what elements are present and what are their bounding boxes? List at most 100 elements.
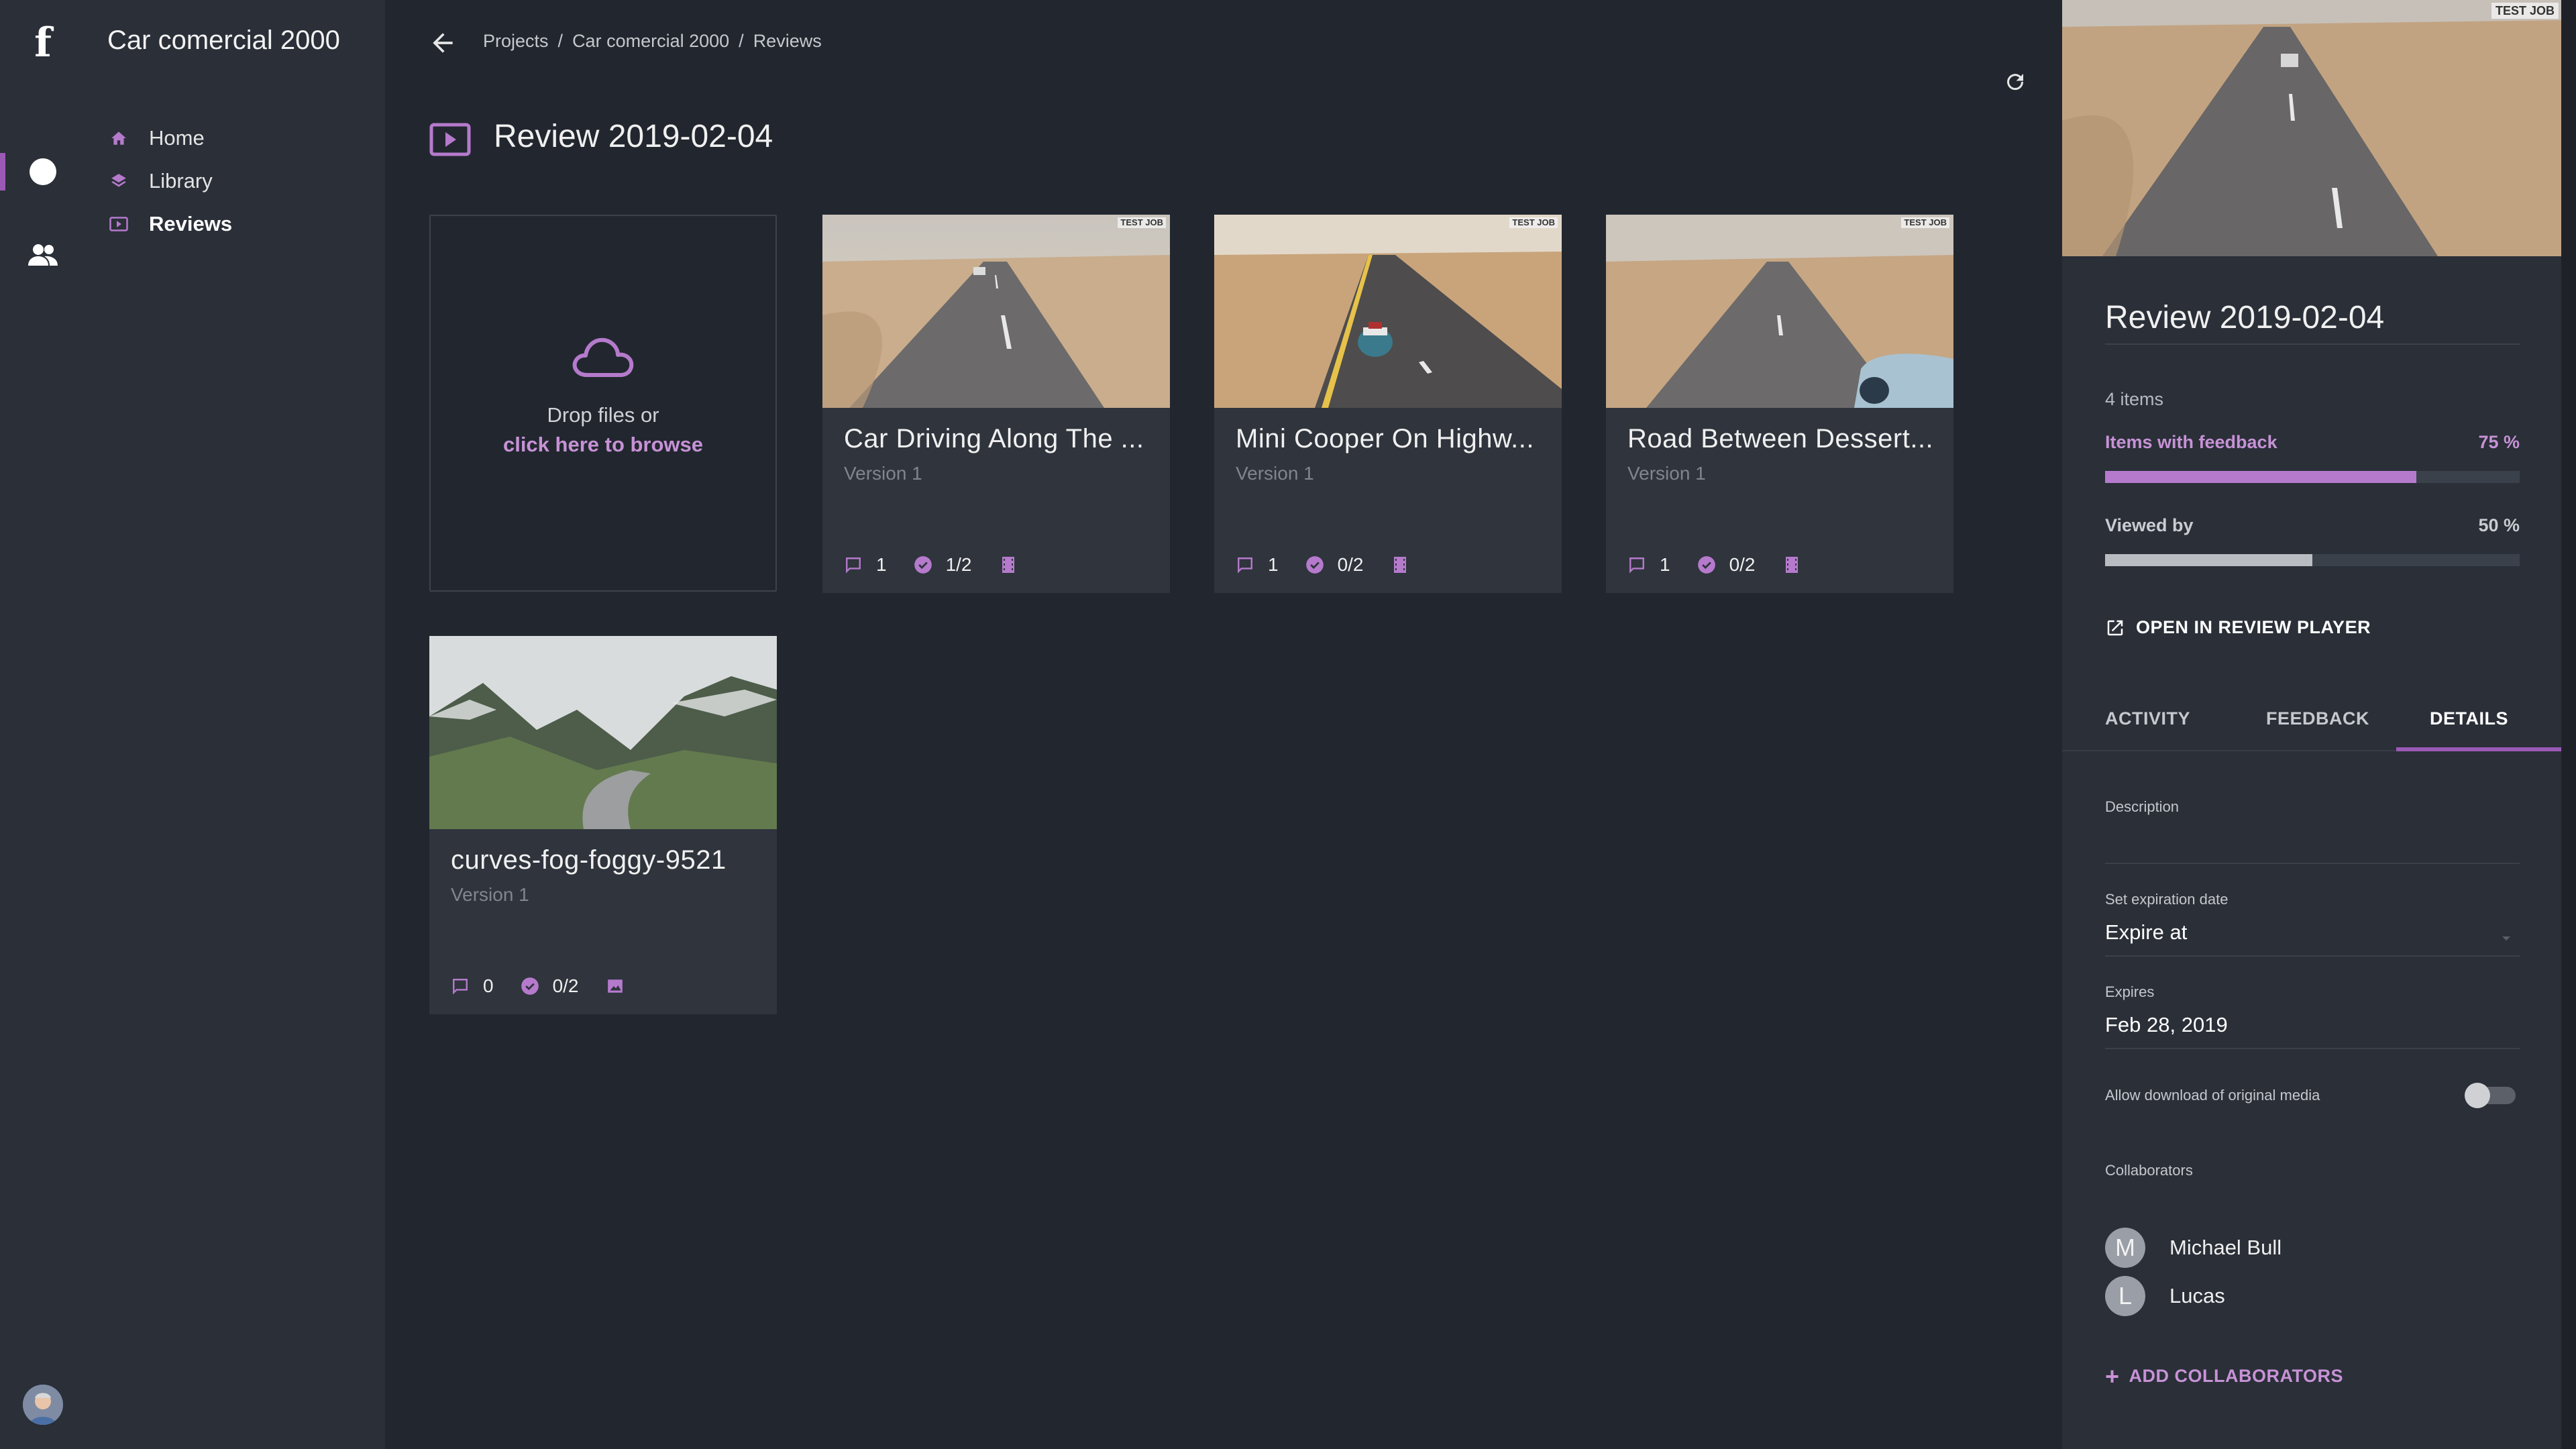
feedback-progress-bar xyxy=(2105,471,2520,483)
collaborator-item[interactable]: M Michael Bull xyxy=(2105,1228,2282,1268)
item-version: Version 1 xyxy=(1236,463,1314,484)
review-item-card[interactable]: TEST JOB Mini Cooper On Highw... Version… xyxy=(1214,215,1562,593)
test-job-watermark: TEST JOB xyxy=(1901,217,1949,228)
expiration-select[interactable]: Expire at xyxy=(2105,920,2187,945)
allow-download-label: Allow download of original media xyxy=(2105,1087,2320,1104)
panel-scrollbar[interactable] xyxy=(2561,0,2576,1449)
add-collaborators-label: ADD COLLABORATORS xyxy=(2129,1366,2344,1386)
collaborator-name: Lucas xyxy=(2169,1284,2225,1307)
breadcrumb-projects[interactable]: Projects xyxy=(483,31,549,52)
user-avatar[interactable] xyxy=(23,1385,63,1425)
back-arrow-icon[interactable] xyxy=(428,28,458,58)
layers-icon xyxy=(109,171,129,191)
video-thumbnail[interactable]: TEST JOB xyxy=(1606,215,1953,408)
item-version: Version 1 xyxy=(844,463,922,484)
collaborator-item[interactable]: L Lucas xyxy=(2105,1276,2225,1316)
open-review-player-button[interactable]: OPEN IN REVIEW PLAYER xyxy=(2105,617,2371,638)
comment-icon xyxy=(1236,555,1254,574)
review-title-icon xyxy=(429,123,471,156)
approval-check-icon xyxy=(1697,555,1716,574)
sidebar-item-label: Library xyxy=(149,169,213,193)
breadcrumb-separator: / xyxy=(557,31,564,51)
viewed-progress-fill xyxy=(2105,554,2312,566)
open-player-label: OPEN IN REVIEW PLAYER xyxy=(2136,617,2371,637)
item-version: Version 1 xyxy=(1627,463,1706,484)
active-tab-indicator xyxy=(2396,747,2563,751)
main-content: Projects / Car comercial 2000 / Reviews … xyxy=(385,0,2062,1449)
preview-thumbnail[interactable]: TEST JOB xyxy=(2062,0,2563,256)
people-icon[interactable] xyxy=(27,241,59,268)
item-name[interactable]: Road Between Dessert... xyxy=(1627,424,1936,454)
test-job-watermark: TEST JOB xyxy=(2491,3,2559,19)
item-name[interactable]: Car Driving Along The ... xyxy=(844,424,1152,454)
viewed-by-percent: 50 % xyxy=(2478,515,2520,535)
expires-date[interactable]: Feb 28, 2019 xyxy=(2105,1013,2228,1037)
tab-details[interactable]: DETAILS xyxy=(2430,708,2508,729)
viewed-progress-bar xyxy=(2105,554,2520,566)
sidebar-item-label: Reviews xyxy=(149,212,233,235)
feedback-percent: 75 % xyxy=(2478,432,2520,452)
projects-icon[interactable] xyxy=(30,158,56,185)
review-item-card[interactable]: TEST JOB Road Between Dessert... Version… xyxy=(1606,215,1953,593)
film-icon xyxy=(1391,555,1409,574)
breadcrumb-project[interactable]: Car comercial 2000 xyxy=(572,31,729,52)
project-sidebar: Car comercial 2000 Home Library Reviews xyxy=(86,0,385,1449)
approval-count: 0/2 xyxy=(1337,554,1364,575)
approval-check-icon xyxy=(914,555,932,574)
test-job-watermark: TEST JOB xyxy=(1118,217,1166,228)
approval-count: 0/2 xyxy=(552,975,579,996)
sidebar-item-home[interactable]: Home xyxy=(109,122,205,154)
comment-count: 0 xyxy=(483,975,494,996)
description-label: Description xyxy=(2105,798,2180,815)
app-logo[interactable]: f xyxy=(0,19,86,67)
icon-rail: f xyxy=(0,0,86,1449)
chevron-down-icon[interactable] xyxy=(2500,934,2513,943)
collaborators-label: Collaborators xyxy=(2105,1162,2193,1179)
tab-activity[interactable]: ACTIVITY xyxy=(2105,708,2190,729)
comment-icon xyxy=(844,555,863,574)
browse-link[interactable]: click here to browse xyxy=(503,430,703,460)
refresh-icon[interactable] xyxy=(2003,70,2027,94)
video-thumbnail[interactable]: TEST JOB xyxy=(1214,215,1562,408)
test-job-watermark: TEST JOB xyxy=(1509,217,1558,228)
cloud-upload-icon xyxy=(572,337,634,377)
comment-count: 1 xyxy=(876,554,887,575)
review-item-card[interactable]: TEST JOB Car Driving Along The ... Versi… xyxy=(822,215,1170,593)
review-icon xyxy=(109,214,129,234)
avatar: L xyxy=(2105,1276,2145,1316)
tab-feedback[interactable]: FEEDBACK xyxy=(2266,708,2369,729)
comment-icon xyxy=(1627,555,1646,574)
breadcrumb: Projects / Car comercial 2000 / Reviews xyxy=(483,31,822,52)
approval-count: 1/2 xyxy=(945,554,972,575)
item-version: Version 1 xyxy=(451,884,529,905)
image-thumbnail[interactable] xyxy=(429,636,777,829)
divider xyxy=(2105,343,2520,345)
comment-icon xyxy=(451,977,470,996)
review-item-card[interactable]: curves-fog-foggy-9521 Version 1 0 0/2 xyxy=(429,636,777,1014)
approval-count: 0/2 xyxy=(1729,554,1756,575)
comment-count: 1 xyxy=(1268,554,1279,575)
collaborator-name: Michael Bull xyxy=(2169,1236,2282,1259)
plus-icon: + xyxy=(2105,1362,2120,1390)
add-collaborators-button[interactable]: + ADD COLLABORATORS xyxy=(2105,1362,2344,1390)
divider xyxy=(2105,955,2520,957)
comment-count: 1 xyxy=(1660,554,1670,575)
approval-check-icon xyxy=(521,977,539,996)
toggle-knob[interactable] xyxy=(2465,1083,2490,1108)
breadcrumb-separator: / xyxy=(739,31,744,51)
film-icon xyxy=(1782,555,1801,574)
divider xyxy=(2105,1048,2520,1049)
description-field[interactable] xyxy=(2105,863,2520,864)
details-panel: TEST JOB Review 2019-02-04 4 items Items… xyxy=(2062,0,2563,1449)
feedback-label: Items with feedback xyxy=(2105,432,2277,452)
item-name[interactable]: Mini Cooper On Highw... xyxy=(1236,424,1544,454)
project-title: Car comercial 2000 xyxy=(107,25,340,55)
video-thumbnail[interactable]: TEST JOB xyxy=(822,215,1170,408)
sidebar-item-library[interactable]: Library xyxy=(109,165,213,197)
sidebar-item-reviews[interactable]: Reviews xyxy=(109,208,232,240)
item-count: 4 items xyxy=(2105,389,2164,409)
upload-dropzone[interactable]: Drop files or click here to browse xyxy=(429,215,777,592)
item-name[interactable]: curves-fog-foggy-9521 xyxy=(451,845,759,875)
avatar: M xyxy=(2105,1228,2145,1268)
breadcrumb-reviews[interactable]: Reviews xyxy=(753,31,822,52)
